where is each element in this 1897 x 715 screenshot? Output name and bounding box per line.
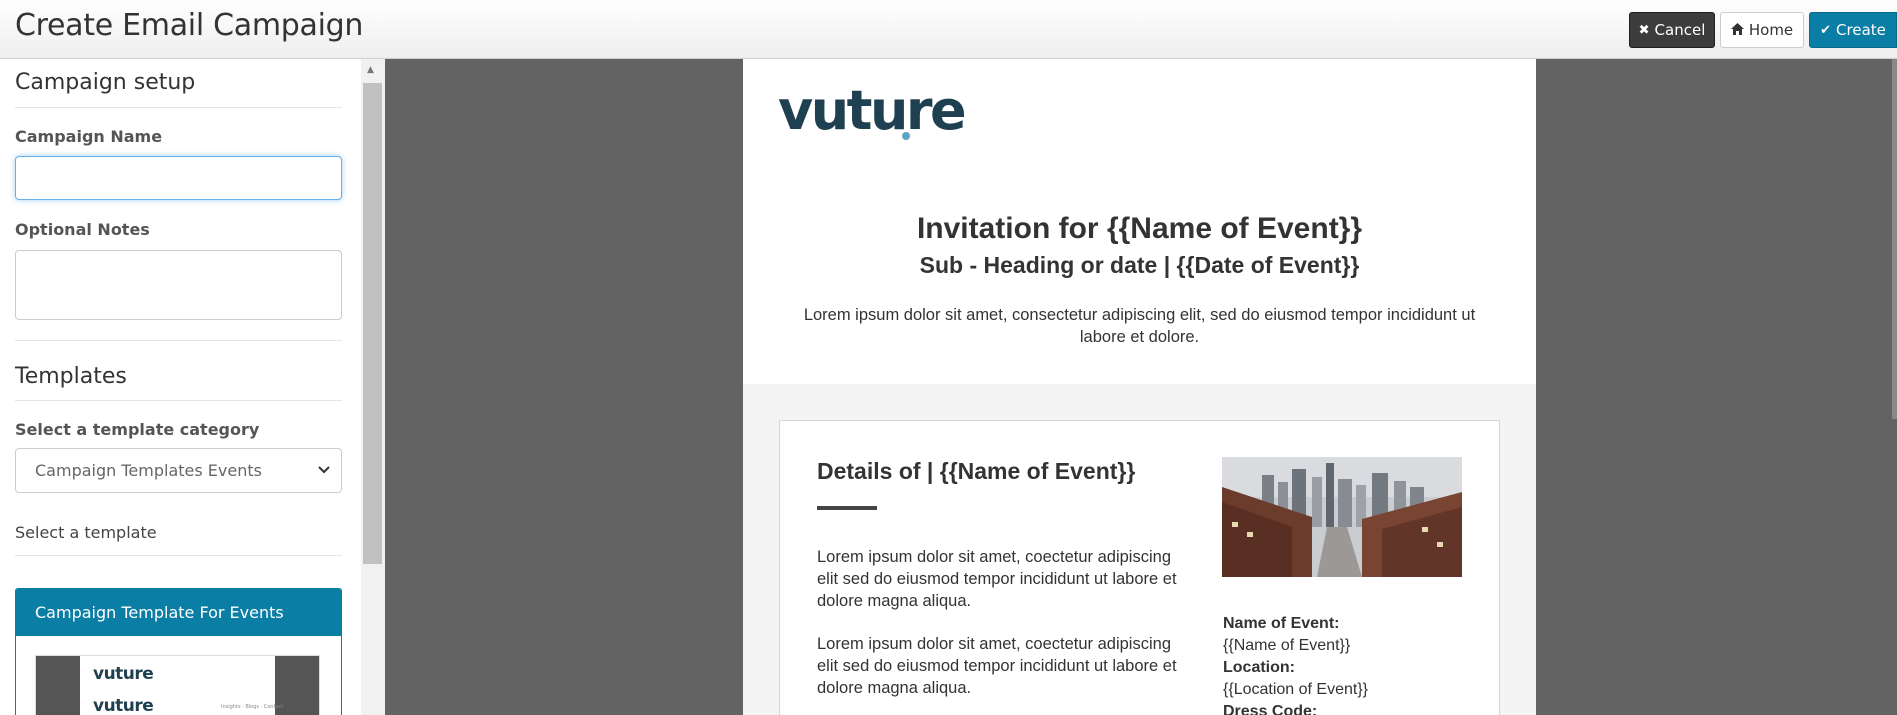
cancel-button[interactable]: ✖ Cancel [1629, 12, 1715, 48]
email-subtitle: Sub - Heading or date | {{Date of Event}… [919, 252, 1360, 278]
template-card-events[interactable]: Campaign Template For Events vuture vutu… [15, 588, 342, 715]
thumbnail-links: Insights · Blogs · Contact [221, 704, 284, 710]
title-underline [817, 506, 877, 510]
thumbnail-logo: vuture [93, 696, 154, 715]
page-scrollbar[interactable] [1892, 59, 1897, 419]
create-button[interactable]: ✔ Create [1809, 12, 1897, 48]
template-category-label: Select a template category [15, 420, 260, 439]
thumbnail-logo: vuture [93, 664, 154, 684]
cancel-button-label: Cancel [1654, 21, 1706, 39]
event-location-value: {{Location of Event}} [1223, 681, 1369, 698]
vuture-logo: vuture [778, 79, 967, 142]
template-card-title: Campaign Template For Events [16, 589, 341, 636]
event-location-label: Location: [1223, 659, 1295, 676]
email-preview-area: vuture Invitation for {{Name of Event}} … [385, 59, 1897, 715]
scroll-up-arrow-icon[interactable]: ▲ [367, 65, 374, 75]
campaign-name-label: Campaign Name [15, 127, 163, 146]
select-template-label: Select a template [15, 523, 157, 542]
event-name-value: {{Name of Event}} [1223, 637, 1351, 654]
divider [15, 340, 342, 341]
templates-heading: Templates [15, 364, 127, 389]
template-category-value: Campaign Templates Events [35, 461, 262, 480]
event-info: Name of Event: {{Name of Event}} Locatio… [1223, 613, 1368, 715]
optional-notes-input[interactable] [15, 250, 342, 320]
close-icon: ✖ [1638, 22, 1650, 38]
check-icon: ✔ [1820, 22, 1832, 38]
email-title: Invitation for {{Name of Event}} [916, 212, 1363, 245]
template-category-select[interactable]: Campaign Templates Events [15, 448, 342, 493]
optional-notes-label: Optional Notes [15, 220, 150, 239]
template-thumbnail: vuture vuture Insights · Blogs · Contact [35, 655, 320, 715]
create-button-label: Create [1836, 21, 1886, 39]
home-button[interactable]: Home [1720, 12, 1804, 48]
dress-code-label: Dress Code: [1223, 703, 1318, 715]
thumbnail-side [36, 656, 80, 715]
page-title: Create Email Campaign [15, 8, 364, 43]
details-title: Details of | {{Name of Event}} [817, 458, 1136, 484]
campaign-setup-sidebar: Campaign setup Campaign Name Optional No… [0, 59, 361, 715]
sidebar-scrollbar[interactable]: ▲ [361, 59, 385, 715]
top-bar: Create Email Campaign ✖ Cancel Home ✔ Cr… [0, 0, 1897, 59]
chevron-down-icon [317, 462, 331, 480]
divider [15, 107, 342, 108]
divider [15, 555, 342, 556]
home-button-label: Home [1748, 21, 1794, 39]
city-image [1222, 457, 1462, 577]
home-icon [1730, 22, 1744, 38]
campaign-name-input[interactable] [15, 156, 342, 200]
divider [15, 400, 342, 401]
logo-dot [900, 130, 912, 142]
email-intro-text: Lorem ipsum dolor sit amet, consectetur … [803, 306, 1476, 346]
details-paragraph-1: Lorem ipsum dolor sit amet, coectetur ad… [817, 548, 1177, 610]
event-name-label: Name of Event: [1223, 615, 1340, 632]
email-preview: vuture Invitation for {{Name of Event}} … [743, 59, 1536, 715]
event-details-box: Details of | {{Name of Event}} Lorem ips… [779, 420, 1500, 715]
details-paragraph-2: Lorem ipsum dolor sit amet, coectetur ad… [817, 635, 1177, 697]
scrollbar-thumb[interactable] [363, 83, 382, 564]
campaign-setup-heading: Campaign setup [15, 70, 196, 95]
